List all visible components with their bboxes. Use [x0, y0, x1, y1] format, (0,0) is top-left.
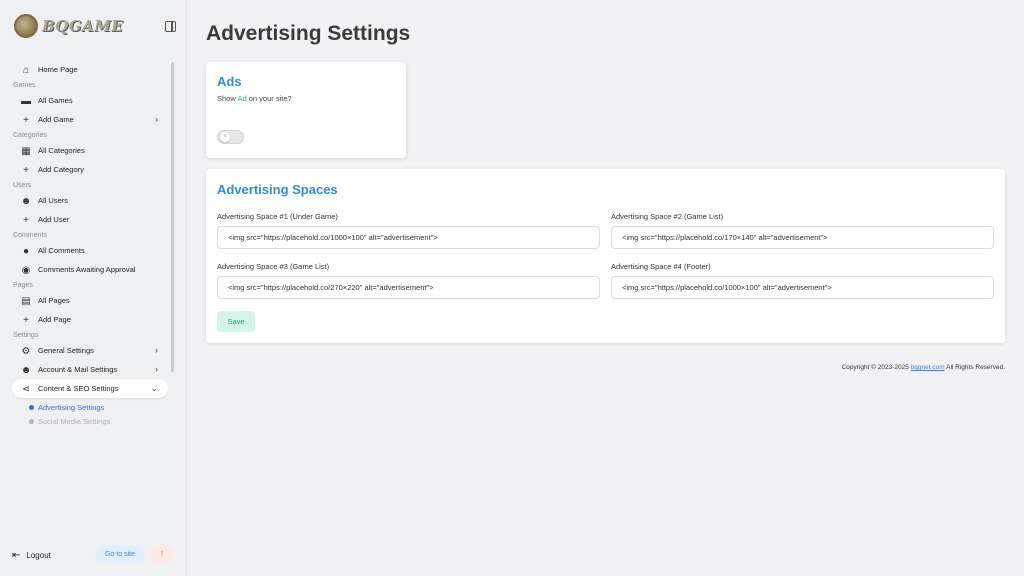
chevron-right-icon: › — [155, 345, 158, 355]
footer-suffix: All Rights Reserved. — [946, 364, 1005, 371]
advertising-spaces-card: Advertising Spaces Advertising Space #1 … — [206, 169, 1005, 343]
sidebar-item-add-user[interactable]: + Add User — [12, 210, 168, 229]
nav-group-comments: Comments — [13, 232, 47, 239]
share-icon: ⋖ — [21, 383, 31, 395]
ad-space-4-input[interactable] — [611, 276, 994, 299]
sidebar-nav: ⌂ Home Page Games ▬ All Games + Add Game… — [12, 60, 168, 458]
sidebar-item-all-users[interactable]: ☻ All Users — [12, 191, 168, 210]
sidebar-item-label: All Users — [38, 196, 69, 205]
sidebar-item-label: All Pages — [38, 296, 70, 305]
home-icon: ⌂ — [22, 64, 30, 76]
footer-copyright: Copyright © 2023-2025 bqgnet.com All Rig… — [842, 364, 1005, 371]
users-icon: ☻ — [20, 195, 32, 207]
chevron-right-icon: › — [155, 364, 158, 374]
sidebar-item-label: Content & SEO Settings — [38, 384, 119, 393]
users-gear-icon: ☻ — [20, 364, 32, 376]
sidebar-scrollbar[interactable] — [171, 62, 174, 372]
sidebar-item-label: All Games — [38, 96, 73, 105]
page-title: Advertising Settings — [206, 22, 411, 45]
dot-icon — [29, 419, 34, 424]
sidebar-item-label: Add Category — [38, 165, 84, 174]
ad-space-2-input[interactable] — [611, 226, 994, 249]
sidebar-item-all-games[interactable]: ▬ All Games — [12, 91, 168, 110]
sidebar-item-home[interactable]: ⌂ Home Page — [12, 60, 168, 79]
sidebar-item-label: All Categories — [38, 146, 85, 155]
chevron-down-icon: ⌄ — [150, 383, 158, 393]
ad-space-3-label: Advertising Space #3 (Game List) — [217, 262, 330, 271]
sidebar: BQGAME ⌂ Home Page Games ▬ All Games + A… — [0, 0, 187, 576]
document-icon: ▤ — [21, 295, 31, 307]
ads-enable-toggle[interactable] — [217, 130, 244, 144]
ads-card-title: Ads — [217, 74, 242, 89]
logout-button[interactable]: ⇤ Logout — [12, 550, 51, 561]
gear-icon: ⚙ — [21, 345, 31, 357]
ads-card-description: Show Ad on your site? — [217, 94, 292, 103]
alert-button[interactable]: ! — [150, 546, 174, 563]
plus-icon: + — [23, 214, 29, 226]
sidebar-bottom: ⇤ Logout Go to site ! — [12, 546, 176, 564]
sidebar-subitem-label: Social Media Settings — [38, 417, 111, 425]
desc-highlight: Ad — [237, 94, 247, 103]
ad-space-2-label: Advertising Space #2 (Game List) — [611, 212, 724, 221]
nav-group-pages: Pages — [13, 282, 33, 289]
nav-group-settings: Settings — [13, 332, 39, 339]
desc-prefix: Show — [217, 94, 236, 103]
sidebar-subitem-label: Advertising Settings — [38, 403, 105, 412]
logout-label: Logout — [26, 550, 51, 560]
plus-icon: + — [23, 114, 29, 126]
sidebar-item-add-page[interactable]: + Add Page — [12, 310, 168, 329]
nav-group-categories: Categories — [13, 132, 47, 139]
sidebar-item-content-seo-settings[interactable]: ⋖ Content & SEO Settings ⌄ — [12, 379, 168, 398]
sidebar-subitem-advertising-settings[interactable]: Advertising Settings — [12, 398, 168, 417]
sidebar-item-label: Comments Awaiting Approval — [38, 265, 136, 274]
nav-group-games: Games — [13, 82, 36, 89]
sidebar-item-label: Add Page — [38, 315, 71, 324]
grid-icon: ▦ — [21, 145, 31, 157]
brand-logo[interactable]: BQGAME — [14, 14, 123, 38]
spaces-card-title: Advertising Spaces — [217, 182, 338, 197]
sidebar-item-all-comments[interactable]: ● All Comments — [12, 241, 168, 260]
brand-name: BQGAME — [42, 17, 124, 35]
sidebar-item-all-categories[interactable]: ▦ All Categories — [12, 141, 168, 160]
sidebar-item-comments-awaiting[interactable]: ◉ Comments Awaiting Approval — [12, 260, 168, 279]
comments-icon: ● — [22, 245, 30, 257]
ads-card: Ads Show Ad on your site? — [206, 62, 406, 158]
sidebar-item-label: Add Game — [38, 115, 74, 124]
nav-group-users: Users — [13, 182, 32, 189]
ad-space-3-input[interactable] — [217, 276, 600, 299]
chevron-right-icon: › — [155, 114, 158, 124]
sidebar-item-all-pages[interactable]: ▤ All Pages — [12, 291, 168, 310]
sidebar-item-add-category[interactable]: + Add Category — [12, 160, 168, 179]
footer-link[interactable]: bqgnet.com — [911, 364, 945, 371]
sidebar-item-label: All Comments — [38, 246, 85, 255]
ad-space-1-label: Advertising Space #1 (Under Game) — [217, 212, 338, 221]
sidebar-item-label: Account & Mail Settings — [38, 365, 118, 374]
comment-pending-icon: ◉ — [21, 264, 31, 276]
sidebar-item-label: General Settings — [38, 346, 94, 355]
sidebar-item-general-settings[interactable]: ⚙ General Settings › — [12, 341, 168, 360]
sidebar-item-label: Add User — [38, 215, 70, 224]
footer-prefix: Copyright © 2023-2025 — [841, 364, 909, 371]
sidebar-item-add-game[interactable]: + Add Game › — [12, 110, 168, 129]
desc-suffix: on your site? — [248, 94, 292, 103]
sidebar-subitem-social-media-settings[interactable]: Social Media Settings — [12, 417, 168, 425]
sidebar-item-label: Home Page — [38, 65, 78, 74]
save-button[interactable]: Save — [217, 311, 255, 332]
brand-mascot-icon — [14, 14, 38, 38]
ad-space-1-input[interactable] — [217, 226, 600, 249]
gamepad-icon: ▬ — [21, 95, 31, 107]
sidebar-collapse-icon[interactable] — [165, 20, 176, 32]
plus-icon: + — [23, 314, 29, 326]
ad-space-4-label: Advertising Space #4 (Footer) — [611, 262, 711, 271]
plus-icon: + — [23, 164, 29, 176]
logout-icon: ⇤ — [12, 549, 21, 561]
sidebar-item-account-mail-settings[interactable]: ☻ Account & Mail Settings › — [12, 360, 168, 379]
active-dot-icon — [29, 405, 34, 410]
go-to-site-button[interactable]: Go to site — [95, 546, 145, 563]
logo-row: BQGAME — [14, 14, 176, 38]
